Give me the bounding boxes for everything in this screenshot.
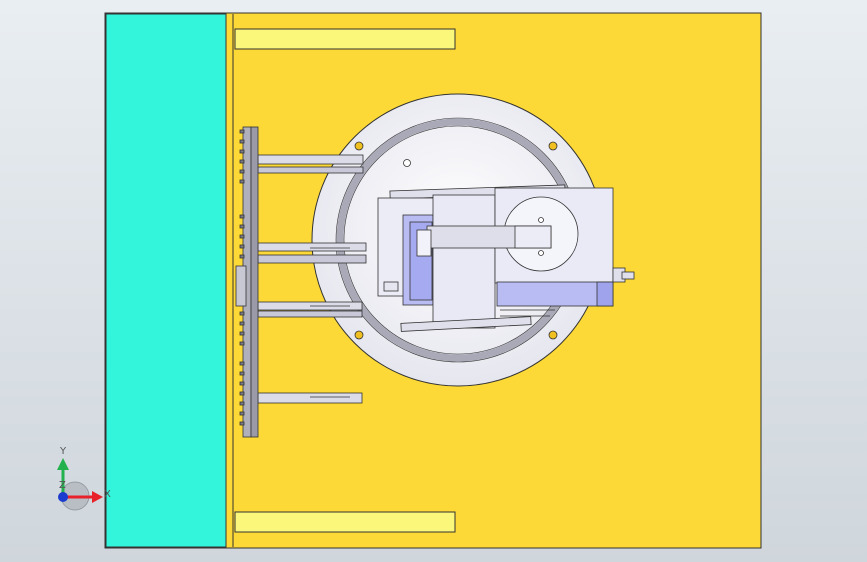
z-axis-label: Z [59, 480, 66, 491]
y-arrowhead-icon [57, 458, 69, 470]
x-axis-label: X [104, 489, 111, 500]
bottom-slot[interactable] [234, 511, 456, 533]
z-axis-dot [58, 492, 68, 502]
x-arrowhead-icon [92, 491, 103, 503]
screw-hole [403, 159, 411, 167]
y-axis-label: Y [59, 446, 67, 457]
mount-hole [548, 141, 558, 151]
cad-model-view[interactable]: X Y Z [0, 0, 867, 562]
mount-hole [354, 330, 364, 340]
mount-hole [548, 330, 558, 340]
graphics-viewport[interactable]: X Y Z [0, 0, 867, 562]
side-block[interactable] [105, 13, 227, 548]
mount-hole [354, 141, 364, 151]
coordinate-triad: X Y Z [57, 446, 111, 511]
top-slot[interactable] [234, 28, 456, 50]
